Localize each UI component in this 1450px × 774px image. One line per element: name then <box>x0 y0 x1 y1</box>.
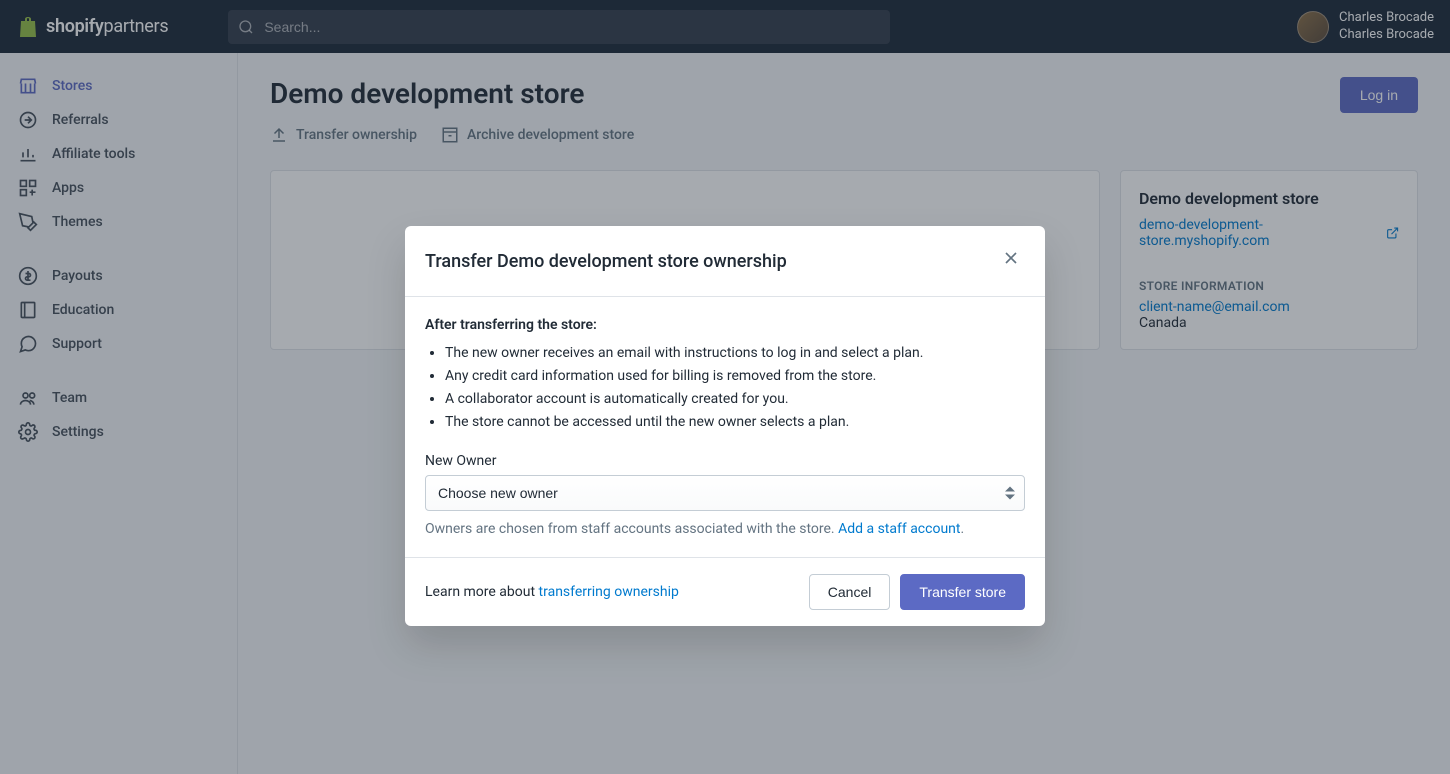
modal-bullet: Any credit card information used for bil… <box>445 366 1025 387</box>
owner-help-text: Owners are chosen from staff accounts as… <box>425 521 1025 537</box>
cancel-button[interactable]: Cancel <box>809 574 891 610</box>
new-owner-select[interactable]: Choose new owner <box>425 475 1025 511</box>
modal-intro: After transferring the store: <box>425 317 1025 333</box>
transfer-modal: Transfer Demo development store ownershi… <box>405 226 1045 626</box>
learn-more-text: Learn more about transferring ownership <box>425 584 679 600</box>
modal-bullet: The store cannot be accessed until the n… <box>445 412 1025 433</box>
modal-bullet: The new owner receives an email with ins… <box>445 343 1025 364</box>
modal-bullet-list: The new owner receives an email with ins… <box>425 343 1025 433</box>
modal-title: Transfer Demo development store ownershi… <box>425 251 787 272</box>
add-staff-link[interactable]: Add a staff account <box>838 521 960 537</box>
learn-more-link[interactable]: transferring ownership <box>539 584 679 600</box>
owner-field-label: New Owner <box>425 453 1025 469</box>
transfer-store-button[interactable]: Transfer store <box>900 574 1025 610</box>
modal-bullet: A collaborator account is automatically … <box>445 389 1025 410</box>
close-icon <box>1001 248 1021 268</box>
close-button[interactable] <box>997 244 1025 278</box>
modal-overlay[interactable]: Transfer Demo development store ownershi… <box>0 0 1450 774</box>
